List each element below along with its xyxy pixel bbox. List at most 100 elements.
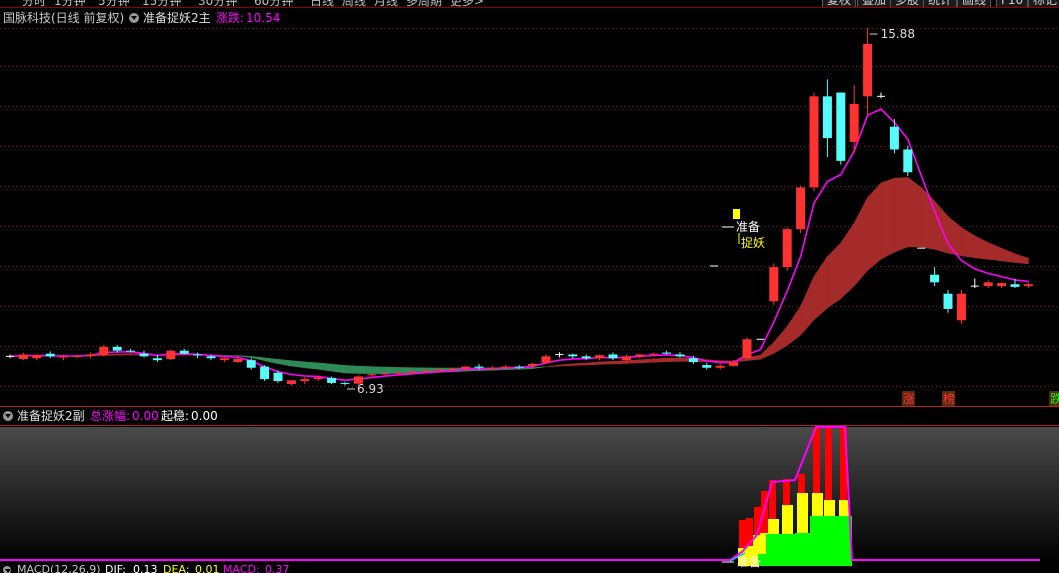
candle-body xyxy=(997,283,1007,287)
candle-body xyxy=(126,350,136,352)
candle-body xyxy=(474,366,484,368)
candle-body xyxy=(1023,284,1033,287)
candle-body xyxy=(501,366,511,368)
candle-body xyxy=(313,377,323,380)
candle-body xyxy=(367,374,377,376)
candle-body xyxy=(193,354,203,356)
min-price-label: 6.93 xyxy=(357,382,384,396)
candle-body xyxy=(85,354,95,356)
ma-ribbon-segment xyxy=(947,215,962,257)
candle-body xyxy=(849,103,859,142)
candle-body xyxy=(380,373,390,375)
ma-ribbon-segment xyxy=(827,242,842,309)
candle-body xyxy=(541,356,551,363)
candle-body xyxy=(742,339,752,359)
candle-body xyxy=(487,367,497,369)
candle-body xyxy=(581,356,591,359)
sub-prepare-label: 准备 xyxy=(737,555,761,569)
candle-body xyxy=(662,352,672,354)
ma-ribbon-segment xyxy=(974,235,989,260)
candle-body xyxy=(1010,284,1020,287)
candle-body xyxy=(286,380,296,385)
sub-green-bar xyxy=(780,534,795,566)
ma-ribbon-segment xyxy=(1001,247,1016,263)
catch-signal-label: 捉妖 xyxy=(741,235,765,250)
candle-body xyxy=(809,96,819,188)
candle-body xyxy=(568,354,578,357)
candle-body xyxy=(621,356,631,361)
candle-body xyxy=(219,358,229,361)
ma-ribbon-segment xyxy=(291,360,306,369)
candle-body xyxy=(715,365,725,368)
ma-ribbon-segment xyxy=(987,242,1002,262)
signal-marker xyxy=(733,209,740,219)
ma-ribbon-segment xyxy=(920,186,935,250)
candle-body xyxy=(152,358,162,361)
candle-body xyxy=(688,358,698,363)
ma-ribbon-segment xyxy=(371,366,386,374)
candle-body xyxy=(729,362,739,366)
candle-body xyxy=(595,355,605,359)
max-price-label: 15.88 xyxy=(881,27,915,41)
candle-body xyxy=(407,371,417,373)
candle-body xyxy=(273,372,283,382)
candle-body xyxy=(702,365,712,368)
ma-ribbon-segment xyxy=(907,176,922,248)
ma-ribbon-segment xyxy=(786,305,801,346)
candle-body xyxy=(635,354,645,357)
candle-body xyxy=(233,359,243,363)
candle-body xyxy=(139,353,149,357)
candle-body xyxy=(461,366,471,369)
ma-ribbon-segment xyxy=(853,197,868,287)
candle-body xyxy=(648,353,658,355)
candle-body xyxy=(608,354,618,359)
kline-chart[interactable]: 15.886.93准备捉妖涨榜跌预准备 xyxy=(0,0,1059,573)
tag-text: 跌 xyxy=(1050,391,1059,406)
ma-ribbon-segment xyxy=(639,358,654,364)
ma-ribbon-segment xyxy=(344,365,359,374)
ma-ribbon-segment xyxy=(652,357,667,363)
candle-body xyxy=(675,354,685,357)
candle-body xyxy=(434,369,444,371)
ma-ribbon-segment xyxy=(626,359,641,364)
candle-body xyxy=(836,92,846,161)
candle-body xyxy=(796,187,806,230)
candle-body xyxy=(447,368,457,370)
candle-body xyxy=(246,360,256,368)
sub-green-bar xyxy=(766,534,781,566)
prepare-signal-label: 准备 xyxy=(736,220,760,234)
ma-ribbon-segment xyxy=(840,222,855,300)
ma-ribbon-segment xyxy=(224,355,239,357)
sub-green-bar xyxy=(795,533,810,566)
ma-ribbon-segment xyxy=(264,357,279,364)
candle-body xyxy=(260,366,270,380)
ma-ribbon-segment xyxy=(894,177,909,253)
tag-text: 榜 xyxy=(943,391,955,406)
ma-ribbon-segment xyxy=(545,364,560,368)
candle-body xyxy=(18,354,28,360)
candle-body xyxy=(514,366,524,368)
ma-ribbon-segment xyxy=(599,361,614,365)
candle-body xyxy=(32,355,42,359)
candle-body xyxy=(394,372,404,374)
ma-ribbon-segment xyxy=(317,362,332,372)
candle-body xyxy=(72,355,82,357)
candle-body xyxy=(769,267,779,302)
candle-body xyxy=(45,353,55,357)
ma-ribbon-segment xyxy=(116,353,131,356)
ma-ribbon-segment xyxy=(304,361,319,370)
candle-body xyxy=(956,293,966,321)
candle-body xyxy=(327,377,337,383)
sub-pane-background xyxy=(0,427,1059,564)
candle-body xyxy=(943,293,953,309)
candle-body xyxy=(528,363,538,366)
candle-body xyxy=(300,379,310,382)
ma-ribbon-segment xyxy=(358,365,373,374)
ma-ribbon-segment xyxy=(250,356,265,362)
candle-body xyxy=(59,356,69,358)
candle-body xyxy=(179,350,189,354)
tag-text: 涨 xyxy=(903,391,915,406)
ma-ribbon-segment xyxy=(559,363,574,367)
candle-body xyxy=(420,370,430,372)
ma-ribbon-segment xyxy=(800,276,815,336)
